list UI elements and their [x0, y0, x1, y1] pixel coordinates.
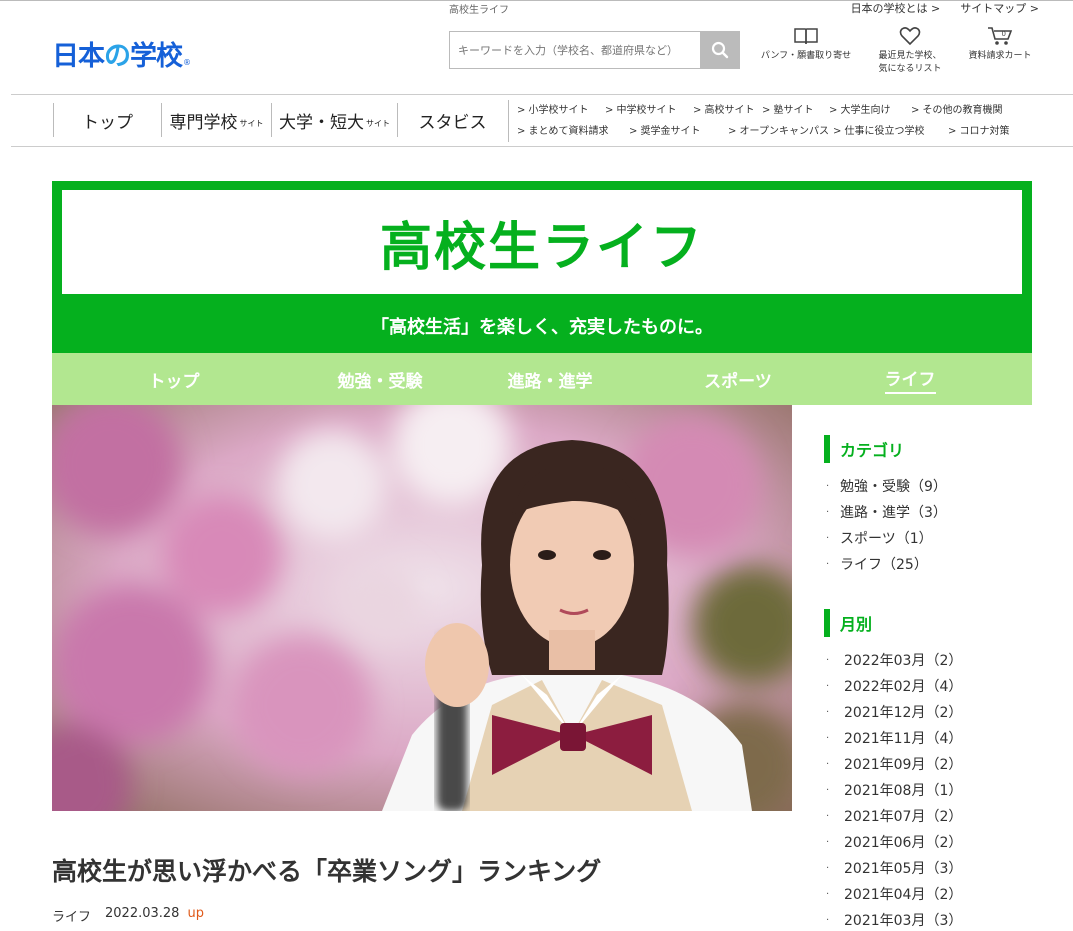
article-hero-image[interactable]	[52, 405, 792, 811]
sublink-junior-high[interactable]: > 中学校サイト	[605, 100, 693, 121]
sublink-career-schools[interactable]: > 仕事に役立つ学校	[833, 121, 948, 142]
sublinks-row-2: > まとめて資料請求 > 奨学金サイト > オープンキャンパス > 仕事に役立つ…	[517, 121, 1038, 142]
global-nav-university[interactable]: 大学・短大 サイト	[271, 103, 397, 137]
sidebar-month-item[interactable]: · 2022年02月（4）	[826, 673, 962, 699]
article-category[interactable]: ライフ	[52, 906, 91, 925]
sublink-bulk-request[interactable]: > まとめて資料請求	[517, 121, 629, 142]
sidebar-month-item[interactable]: · 2021年04月（2）	[826, 881, 962, 907]
sublinks-row-1: > 小学校サイト > 中学校サイト > 高校サイト > 塾サイト > 大学生向け…	[517, 100, 1038, 121]
sidebar-category-heading: カテゴリ	[824, 435, 904, 463]
sidebar-month-item[interactable]: · 2021年12月（2）	[826, 699, 962, 725]
sidebar-category-item[interactable]: · 進路・進学（3）	[826, 499, 947, 525]
sidebar-month-item[interactable]: · 2021年08月（1）	[826, 777, 962, 803]
sublink-covid[interactable]: > コロナ対策	[948, 121, 1010, 142]
search-icon	[711, 41, 729, 59]
logo-text-gakko: 学校	[130, 41, 183, 72]
banner-subtitle: 「高校生活」を楽しく、充実したものに。	[371, 317, 713, 338]
global-nav-top[interactable]: トップ	[53, 103, 161, 137]
book-icon	[794, 28, 818, 45]
sublink-open-campus[interactable]: > オープンキャンパス	[728, 121, 833, 142]
cart-button[interactable]: 0 資料請求カート	[960, 26, 1040, 63]
heart-icon	[899, 27, 921, 46]
article-up-badge: up	[187, 906, 204, 921]
sidebar-monthly-list: · 2022年03月（2） · 2022年02月（4） · 2021年12月（2） ·…	[826, 647, 962, 931]
sidebar-month-item[interactable]: · 2021年07月（2）	[826, 803, 962, 829]
logo-text-nihon: 日本	[52, 41, 105, 72]
about-link[interactable]: 日本の学校とは >	[851, 0, 941, 16]
category-nav-life[interactable]: ライフ	[788, 353, 1032, 405]
top-links: 日本の学校とは > サイトマップ >	[851, 0, 1039, 16]
search-input[interactable]	[449, 31, 702, 69]
pamphlet-request-button[interactable]: パンフ・願書取り寄せ	[755, 26, 857, 63]
logo-text-no: の	[104, 41, 131, 72]
sublink-other-institutions[interactable]: > その他の教育機関	[911, 100, 1003, 121]
article-date: 2022.03.28	[105, 906, 180, 921]
nav-divider-bottom	[11, 146, 1073, 147]
banner-title: 高校生ライフ	[379, 217, 704, 278]
article-title[interactable]: 高校生が思い浮かべる「卒業ソング」ランキング	[52, 852, 601, 888]
sidebar-month-item[interactable]: · 2021年03月（3）	[826, 907, 962, 931]
site-label: 高校生ライフ	[449, 5, 509, 16]
site-logo[interactable]: 日本 の 学校 ®	[52, 34, 191, 73]
sidebar-category-list: · 勉強・受験（9） · 進路・進学（3） · スポーツ（1） · ライフ（25）	[826, 473, 947, 577]
sitemap-link[interactable]: サイトマップ >	[960, 0, 1039, 16]
hero-photo	[52, 405, 792, 811]
cart-icon: 0	[988, 27, 1013, 45]
sidebar-monthly-heading: 月別	[824, 609, 872, 637]
cart-count: 0	[1002, 30, 1006, 38]
logo-registered-mark: ®	[183, 58, 191, 67]
sidebar-category-item[interactable]: · ライフ（25）	[826, 551, 947, 577]
sidebar-category-item[interactable]: · スポーツ（1）	[826, 525, 947, 551]
sublink-high-school[interactable]: > 高校サイト	[693, 100, 762, 121]
article-meta: ライフ 2022.03.28 up	[52, 906, 204, 925]
cart-label: 資料請求カート	[968, 51, 1032, 61]
global-nav-stabis[interactable]: スタビス	[397, 103, 507, 137]
sidebar-month-item[interactable]: · 2021年11月（4）	[826, 725, 962, 751]
recent-list-label: 最近見た学校、 気になるリスト	[878, 51, 942, 74]
sidebar-month-item[interactable]: · 2021年05月（3）	[826, 855, 962, 881]
sublink-university-students[interactable]: > 大学生向け	[829, 100, 911, 121]
sidebar-category-item[interactable]: · 勉強・受験（9）	[826, 473, 947, 499]
sidebar-month-item[interactable]: · 2021年09月（2）	[826, 751, 962, 777]
recent-list-button[interactable]: 最近見た学校、 気になるリスト	[868, 26, 952, 76]
global-nav-vocational[interactable]: 専門学校 サイト	[161, 103, 271, 137]
sublink-scholarship[interactable]: > 奨学金サイト	[629, 121, 728, 142]
nav-divider-top	[11, 94, 1073, 95]
search-button[interactable]	[700, 31, 740, 69]
sidebar-month-item[interactable]: · 2022年03月（2）	[826, 647, 962, 673]
banner-title-box[interactable]: 高校生ライフ	[62, 190, 1022, 294]
global-nav-sublinks: > 小学校サイト > 中学校サイト > 高校サイト > 塾サイト > 大学生向け…	[508, 100, 1038, 142]
sublink-elementary[interactable]: > 小学校サイト	[517, 100, 605, 121]
sublink-juku[interactable]: > 塾サイト	[762, 100, 829, 121]
sidebar-month-item[interactable]: · 2021年06月（2）	[826, 829, 962, 855]
pamphlet-request-label: パンフ・願書取り寄せ	[760, 51, 852, 61]
